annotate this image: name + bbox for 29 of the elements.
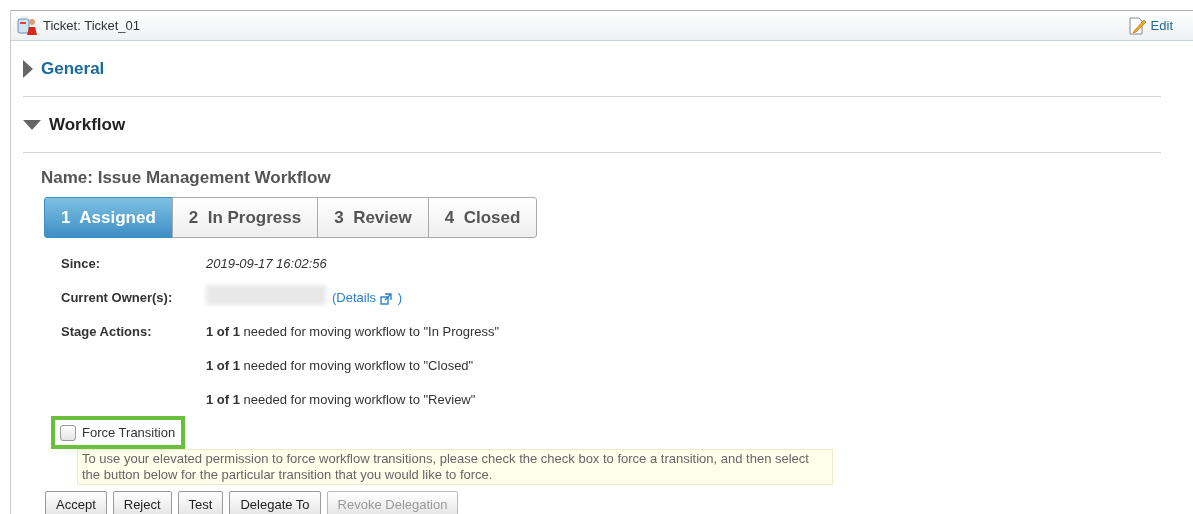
- workflow-name: Name: Issue Management Workflow: [41, 167, 332, 189]
- section-title[interactable]: Workflow: [49, 111, 126, 138]
- window-title: Ticket: Ticket_01: [43, 16, 141, 35]
- stage-action-text: 1 of 1 needed for moving workflow to "Review": [206, 391, 476, 409]
- action-button[interactable]: Accept: [45, 490, 107, 514]
- action-button[interactable]: Test: [177, 490, 224, 514]
- field-label: Current Owner(s):: [61, 289, 174, 307]
- expand-arrow-icon[interactable]: [23, 59, 33, 78]
- checkbox-label: Force Transition: [82, 424, 176, 442]
- help-text: To use your elevated permission to force workflow transitions, please check the check box to force a transition, and then select the button below for the particular transition that you would like to force.: [77, 448, 833, 485]
- force-transition-checkbox[interactable]: [60, 424, 76, 441]
- action-button[interactable]: Delegate To: [229, 490, 321, 514]
- stage-action-text: 1 of 1 needed for moving workflow to "In Progress": [206, 323, 500, 341]
- stage-tab[interactable]: 4 Closed: [427, 196, 538, 238]
- closing-parenthesis: ): [397, 289, 403, 307]
- field-label: Since:: [61, 255, 101, 273]
- edit-link[interactable]: Edit: [1126, 15, 1173, 36]
- edit-icon: [1126, 15, 1147, 36]
- stage-tab[interactable]: 2 In Progress: [171, 196, 319, 238]
- details-link[interactable]: (Details: [332, 288, 392, 308]
- stage-action-text: 1 of 1 needed for moving workflow to "Closed": [206, 357, 474, 375]
- ticket-icon: [17, 15, 39, 36]
- since-value: 2019-09-17 16:02:56: [206, 255, 327, 273]
- field-label: Stage Actions:: [61, 323, 153, 341]
- external-link-icon: [379, 292, 392, 305]
- action-button[interactable]: Reject: [112, 490, 172, 514]
- section-title[interactable]: General: [41, 55, 1161, 82]
- collapse-arrow-icon[interactable]: [23, 119, 41, 130]
- stage-tab[interactable]: 3 Review: [317, 196, 429, 238]
